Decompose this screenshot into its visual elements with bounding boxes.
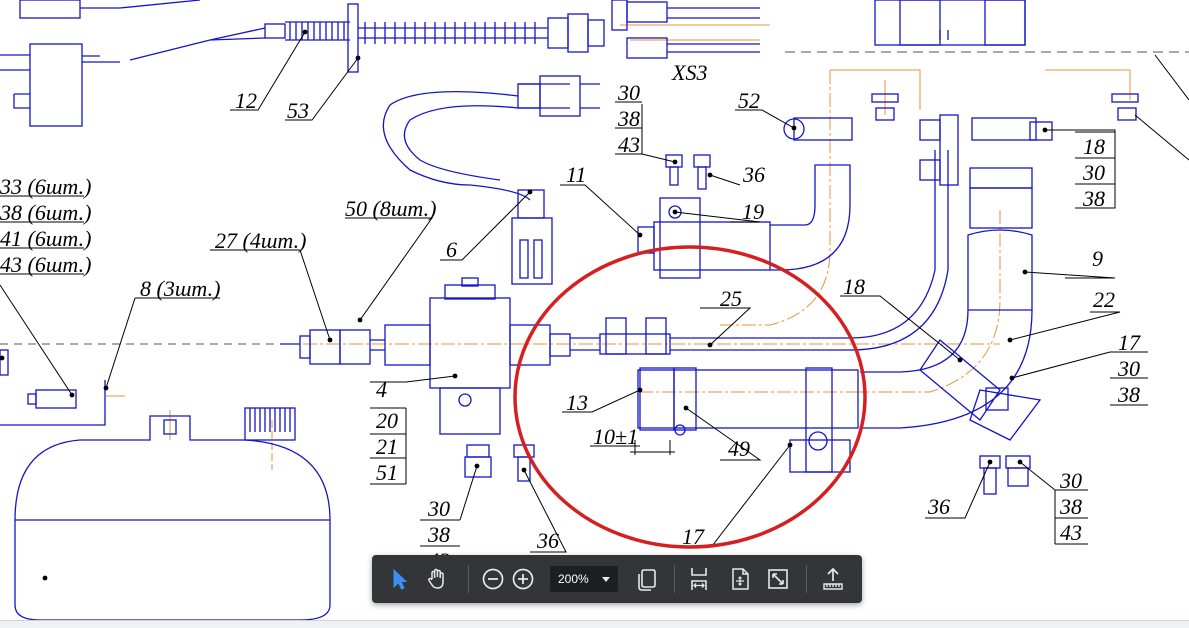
label-38-bottom-right: 38 xyxy=(1059,494,1082,519)
label-xs3: XS3 xyxy=(671,60,707,85)
label-17-right: 17 xyxy=(1118,330,1141,355)
fit-page-icon xyxy=(732,568,749,590)
toolbar-separator xyxy=(468,565,469,593)
share-upload-button[interactable] xyxy=(818,564,848,594)
zoom-level-value: 200% xyxy=(558,572,589,586)
zoom-in-icon xyxy=(512,568,534,590)
label-52: 52 xyxy=(738,88,760,113)
label-9: 9 xyxy=(1092,246,1103,271)
part-outlines xyxy=(0,0,1139,620)
zoom-out-button[interactable] xyxy=(478,564,508,594)
label-19: 19 xyxy=(742,199,764,224)
label-53: 53 xyxy=(287,98,309,123)
label-11: 11 xyxy=(566,162,586,187)
label-30-right: 30 xyxy=(1117,356,1140,381)
label-36-bottom: 36 xyxy=(536,528,559,553)
leader-dots xyxy=(0,29,1048,581)
label-30-bottom-right: 30 xyxy=(1059,468,1082,493)
callout-labels: 12 53 XS3 30 38 43 52 36 11 19 33 (6шт.)… xyxy=(0,60,1141,573)
label-36-bottom-right: 36 xyxy=(927,494,950,519)
label-8-3pcs: 8 (3шт.) xyxy=(140,276,220,301)
share-upload-icon xyxy=(823,567,843,590)
zoom-level-dropdown[interactable]: 200% xyxy=(550,566,618,592)
label-49: 49 xyxy=(728,436,750,461)
label-27-4pcs: 27 (4шт.) xyxy=(215,228,306,253)
label-22: 22 xyxy=(1093,287,1115,312)
fit-width-button[interactable] xyxy=(684,564,714,594)
label-38-right-top: 38 xyxy=(1082,186,1105,211)
label-43-top: 43 xyxy=(618,132,640,157)
zoom-out-icon xyxy=(482,568,504,590)
label-43-6pcs: 43 (6шт.) xyxy=(0,252,91,277)
label-41-6pcs: 41 (6шт.) xyxy=(0,226,91,251)
page-display-button[interactable] xyxy=(632,564,662,594)
label-12: 12 xyxy=(235,88,257,113)
label-30-right-top: 30 xyxy=(1082,160,1105,185)
toolbar-separator xyxy=(806,565,807,593)
label-43-bottom-right: 43 xyxy=(1060,520,1082,545)
zoom-in-button[interactable] xyxy=(508,564,538,594)
label-33-6pcs: 33 (6шт.) xyxy=(0,174,91,199)
select-tool-button[interactable] xyxy=(384,564,414,594)
technical-drawing: 12 53 XS3 30 38 43 52 36 11 19 33 (6шт.)… xyxy=(0,0,1189,620)
label-30-top: 30 xyxy=(617,80,640,105)
label-38-6pcs: 38 (6шт.) xyxy=(0,200,91,225)
label-25: 25 xyxy=(720,286,742,311)
chevron-down-icon xyxy=(602,577,610,582)
hand-icon xyxy=(428,568,444,589)
label-30-bottom: 30 xyxy=(427,496,450,521)
fit-page-button[interactable] xyxy=(725,564,755,594)
label-6: 6 xyxy=(446,237,457,262)
full-screen-button[interactable] xyxy=(763,564,793,594)
label-51: 51 xyxy=(376,460,398,485)
label-18-mid: 18 xyxy=(843,274,865,299)
full-screen-icon xyxy=(768,569,788,589)
label-36-top: 36 xyxy=(742,162,765,187)
label-4: 4 xyxy=(376,377,387,402)
fit-width-icon xyxy=(691,568,707,590)
label-10-tolerance: 10±1 xyxy=(593,424,638,449)
label-38-bottom: 38 xyxy=(427,522,450,547)
hand-tool-button[interactable] xyxy=(422,564,452,594)
label-38-right: 38 xyxy=(1117,382,1140,407)
label-38-top: 38 xyxy=(617,106,640,131)
toolbar-separator xyxy=(674,565,675,593)
label-13: 13 xyxy=(566,390,588,415)
page-display-icon xyxy=(638,569,656,591)
label-17-bottom: 17 xyxy=(682,524,705,549)
pdf-viewer-toolbar: 200% xyxy=(372,555,862,603)
label-21: 21 xyxy=(376,434,398,459)
label-20: 20 xyxy=(376,408,398,433)
label-18-right: 18 xyxy=(1083,134,1105,159)
label-50-8pcs: 50 (8шт.) xyxy=(345,196,436,221)
select-arrow-icon xyxy=(393,568,408,590)
